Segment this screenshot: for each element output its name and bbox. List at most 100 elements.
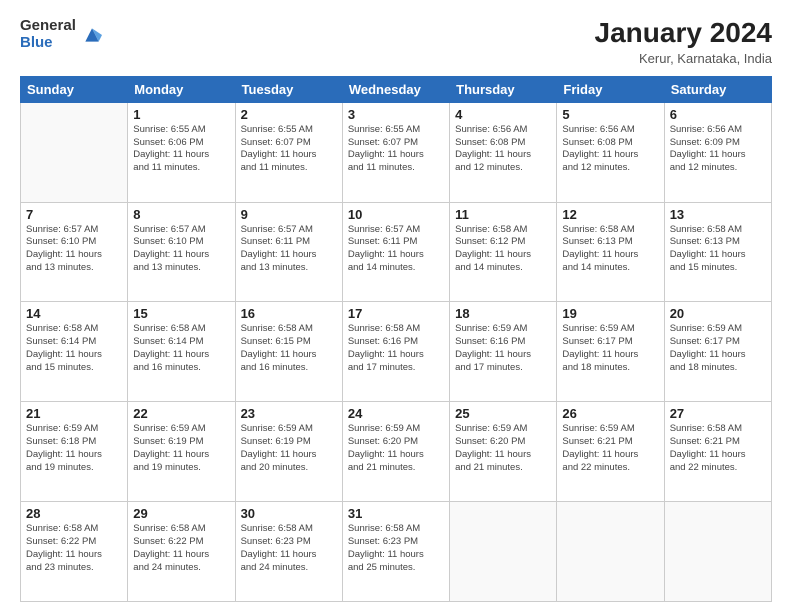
day-info: Sunrise: 6:58 AM Sunset: 6:23 PM Dayligh… — [241, 523, 337, 574]
day-number: 13 — [670, 207, 766, 222]
day-info: Sunrise: 6:57 AM Sunset: 6:11 PM Dayligh… — [348, 224, 444, 275]
table-row — [557, 502, 664, 602]
day-info: Sunrise: 6:59 AM Sunset: 6:17 PM Dayligh… — [670, 323, 766, 374]
calendar-title: January 2024 — [595, 18, 772, 49]
table-row: 9 Sunrise: 6:57 AM Sunset: 6:11 PM Daylig… — [235, 202, 342, 302]
table-row: 16 Sunrise: 6:58 AM Sunset: 6:15 PM Dayli… — [235, 302, 342, 402]
table-row: 1Sunrise: 6:55 AM Sunset: 6:06 PM Daylig… — [128, 102, 235, 202]
calendar-week-row: 14 Sunrise: 6:58 AM Sunset: 6:14 PM Dayli… — [21, 302, 772, 402]
table-row: 31 Sunrise: 6:58 AM Sunset: 6:23 PM Dayli… — [342, 502, 449, 602]
calendar-week-row: 1Sunrise: 6:55 AM Sunset: 6:06 PM Daylig… — [21, 102, 772, 202]
day-number: 8 — [133, 207, 229, 222]
day-info: Sunrise: 6:58 AM Sunset: 6:22 PM Dayligh… — [26, 523, 122, 574]
table-row: 20 Sunrise: 6:59 AM Sunset: 6:17 PM Dayli… — [664, 302, 771, 402]
header: General Blue January 2024 Kerur, Karnata… — [20, 18, 772, 66]
calendar-table: Sunday Monday Tuesday Wednesday Thursday… — [20, 76, 772, 602]
day-number: 30 — [241, 506, 337, 521]
day-number: 27 — [670, 406, 766, 421]
logo-blue: Blue — [20, 35, 76, 52]
day-number: 17 — [348, 306, 444, 321]
day-number: 31 — [348, 506, 444, 521]
day-number: 9 — [241, 207, 337, 222]
calendar-week-row: 7Sunrise: 6:57 AM Sunset: 6:10 PM Daylig… — [21, 202, 772, 302]
day-number: 20 — [670, 306, 766, 321]
logo-general: General — [20, 18, 76, 35]
calendar-header-row: Sunday Monday Tuesday Wednesday Thursday… — [21, 76, 772, 102]
logo-icon — [82, 25, 102, 45]
day-info: Sunrise: 6:58 AM Sunset: 6:12 PM Dayligh… — [455, 224, 551, 275]
table-row: 19 Sunrise: 6:59 AM Sunset: 6:17 PM Dayli… — [557, 302, 664, 402]
col-monday: Monday — [128, 76, 235, 102]
day-info: Sunrise: 6:55 AM Sunset: 6:07 PM Dayligh… — [241, 124, 337, 175]
day-number: 7 — [26, 207, 122, 222]
day-info: Sunrise: 6:59 AM Sunset: 6:17 PM Dayligh… — [562, 323, 658, 374]
day-info: Sunrise: 6:58 AM Sunset: 6:13 PM Dayligh… — [670, 224, 766, 275]
table-row: 3 Sunrise: 6:55 AM Sunset: 6:07 PM Daylig… — [342, 102, 449, 202]
day-number: 12 — [562, 207, 658, 222]
day-number: 23 — [241, 406, 337, 421]
day-number: 14 — [26, 306, 122, 321]
page: General Blue January 2024 Kerur, Karnata… — [0, 0, 792, 612]
day-number: 18 — [455, 306, 551, 321]
table-row — [450, 502, 557, 602]
table-row: 7Sunrise: 6:57 AM Sunset: 6:10 PM Daylig… — [21, 202, 128, 302]
day-number: 4 — [455, 107, 551, 122]
day-info: Sunrise: 6:58 AM Sunset: 6:23 PM Dayligh… — [348, 523, 444, 574]
table-row: 25 Sunrise: 6:59 AM Sunset: 6:20 PM Dayli… — [450, 402, 557, 502]
day-info: Sunrise: 6:59 AM Sunset: 6:19 PM Dayligh… — [241, 423, 337, 474]
day-number: 16 — [241, 306, 337, 321]
calendar-week-row: 21 Sunrise: 6:59 AM Sunset: 6:18 PM Dayli… — [21, 402, 772, 502]
calendar-subtitle: Kerur, Karnataka, India — [595, 51, 772, 66]
day-number: 1 — [133, 107, 229, 122]
day-number: 6 — [670, 107, 766, 122]
table-row: 17Sunrise: 6:58 AM Sunset: 6:16 PM Dayli… — [342, 302, 449, 402]
table-row: 26Sunrise: 6:59 AM Sunset: 6:21 PM Dayli… — [557, 402, 664, 502]
day-number: 25 — [455, 406, 551, 421]
day-number: 21 — [26, 406, 122, 421]
day-number: 2 — [241, 107, 337, 122]
day-number: 15 — [133, 306, 229, 321]
table-row: 18Sunrise: 6:59 AM Sunset: 6:16 PM Dayli… — [450, 302, 557, 402]
table-row: 29 Sunrise: 6:58 AM Sunset: 6:22 PM Dayli… — [128, 502, 235, 602]
day-info: Sunrise: 6:58 AM Sunset: 6:15 PM Dayligh… — [241, 323, 337, 374]
day-info: Sunrise: 6:59 AM Sunset: 6:20 PM Dayligh… — [455, 423, 551, 474]
title-block: January 2024 Kerur, Karnataka, India — [595, 18, 772, 66]
table-row: 27Sunrise: 6:58 AM Sunset: 6:21 PM Dayli… — [664, 402, 771, 502]
day-info: Sunrise: 6:58 AM Sunset: 6:13 PM Dayligh… — [562, 224, 658, 275]
day-number: 3 — [348, 107, 444, 122]
day-info: Sunrise: 6:56 AM Sunset: 6:09 PM Dayligh… — [670, 124, 766, 175]
logo: General Blue — [20, 18, 102, 51]
day-info: Sunrise: 6:55 AM Sunset: 6:07 PM Dayligh… — [348, 124, 444, 175]
table-row: 22Sunrise: 6:59 AM Sunset: 6:19 PM Dayli… — [128, 402, 235, 502]
day-info: Sunrise: 6:59 AM Sunset: 6:18 PM Dayligh… — [26, 423, 122, 474]
col-saturday: Saturday — [664, 76, 771, 102]
day-info: Sunrise: 6:59 AM Sunset: 6:19 PM Dayligh… — [133, 423, 229, 474]
table-row: 21 Sunrise: 6:59 AM Sunset: 6:18 PM Dayli… — [21, 402, 128, 502]
day-info: Sunrise: 6:56 AM Sunset: 6:08 PM Dayligh… — [455, 124, 551, 175]
table-row: 24 Sunrise: 6:59 AM Sunset: 6:20 PM Dayli… — [342, 402, 449, 502]
day-number: 19 — [562, 306, 658, 321]
day-number: 29 — [133, 506, 229, 521]
day-number: 24 — [348, 406, 444, 421]
calendar-week-row: 28 Sunrise: 6:58 AM Sunset: 6:22 PM Dayli… — [21, 502, 772, 602]
day-info: Sunrise: 6:59 AM Sunset: 6:20 PM Dayligh… — [348, 423, 444, 474]
day-number: 10 — [348, 207, 444, 222]
day-info: Sunrise: 6:58 AM Sunset: 6:14 PM Dayligh… — [133, 323, 229, 374]
day-number: 28 — [26, 506, 122, 521]
table-row: 11 Sunrise: 6:58 AM Sunset: 6:12 PM Dayli… — [450, 202, 557, 302]
table-row: 28 Sunrise: 6:58 AM Sunset: 6:22 PM Dayli… — [21, 502, 128, 602]
col-tuesday: Tuesday — [235, 76, 342, 102]
table-row: 14 Sunrise: 6:58 AM Sunset: 6:14 PM Dayli… — [21, 302, 128, 402]
table-row: 23 Sunrise: 6:59 AM Sunset: 6:19 PM Dayli… — [235, 402, 342, 502]
col-thursday: Thursday — [450, 76, 557, 102]
table-row: 13 Sunrise: 6:58 AM Sunset: 6:13 PM Dayli… — [664, 202, 771, 302]
day-number: 5 — [562, 107, 658, 122]
day-info: Sunrise: 6:57 AM Sunset: 6:11 PM Dayligh… — [241, 224, 337, 275]
day-number: 11 — [455, 207, 551, 222]
table-row: 8Sunrise: 6:57 AM Sunset: 6:10 PM Daylig… — [128, 202, 235, 302]
table-row: 4 Sunrise: 6:56 AM Sunset: 6:08 PM Daylig… — [450, 102, 557, 202]
day-info: Sunrise: 6:58 AM Sunset: 6:22 PM Dayligh… — [133, 523, 229, 574]
day-info: Sunrise: 6:56 AM Sunset: 6:08 PM Dayligh… — [562, 124, 658, 175]
table-row: 2 Sunrise: 6:55 AM Sunset: 6:07 PM Daylig… — [235, 102, 342, 202]
day-info: Sunrise: 6:58 AM Sunset: 6:14 PM Dayligh… — [26, 323, 122, 374]
